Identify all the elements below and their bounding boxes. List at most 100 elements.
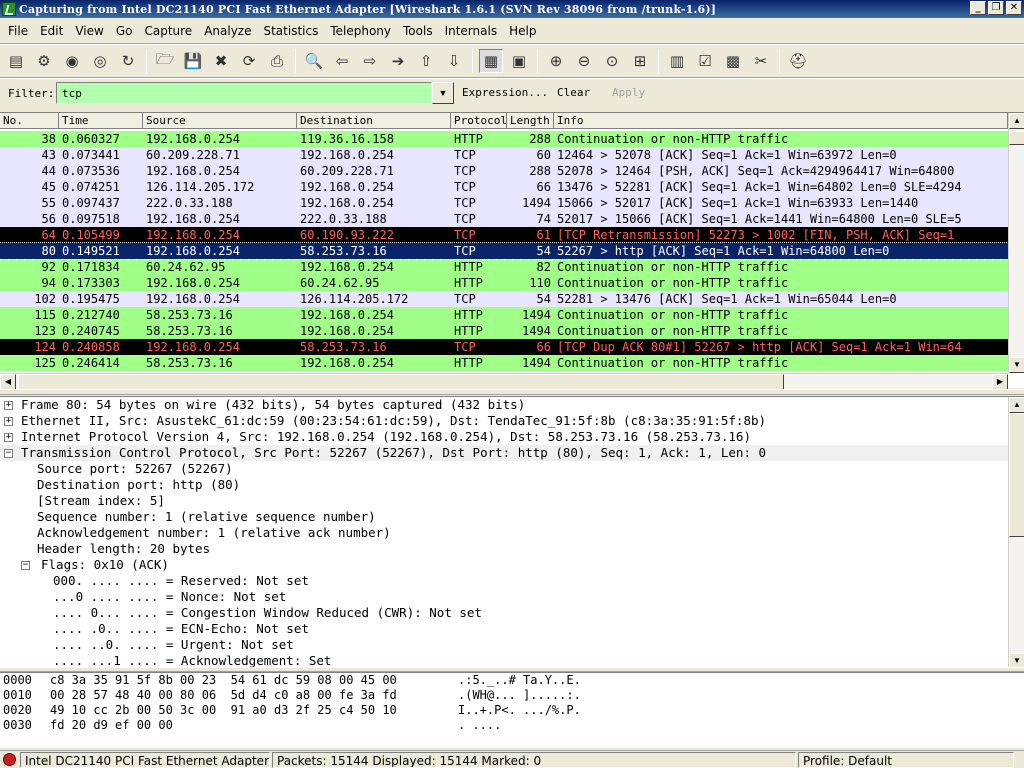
restore-button[interactable]: ❐ — [988, 1, 1004, 15]
tree-node[interactable]: + Internet Protocol Version 4, Src: 192.1… — [0, 429, 1008, 445]
menu-statistics[interactable]: Statistics — [257, 21, 324, 41]
tree-field[interactable]: Acknowledgement number: 1 (relative ack … — [0, 525, 1008, 541]
capture-options-icon[interactable]: ⚙ — [32, 49, 56, 73]
scroll-up-icon[interactable]: ▲ — [1009, 397, 1024, 413]
go-back-icon[interactable]: ⇦ — [330, 49, 354, 73]
column-header-time[interactable]: Time — [59, 113, 143, 129]
tree-field[interactable]: .... .0.. .... = ECN-Echo: Not set — [0, 621, 1008, 637]
column-header-source[interactable]: Source — [143, 113, 297, 129]
close-file-icon[interactable]: ✖ — [209, 49, 233, 73]
clear-button[interactable]: Clear — [557, 86, 590, 99]
stop-capture-icon[interactable]: ◎ — [88, 49, 112, 73]
restart-capture-icon[interactable]: ↻ — [116, 49, 140, 73]
scroll-thumb[interactable] — [1009, 413, 1024, 537]
packet-row[interactable]: 38 0.060327 192.168.0.254 119.36.16.158 HTTP… — [0, 131, 1008, 147]
normal-size-icon[interactable]: ⊙ — [600, 49, 624, 73]
tree-field[interactable]: 000. .... .... = Reserved: Not set — [0, 573, 1008, 589]
packet-row[interactable]: 124 0.240858 192.168.0.254 58.253.73.16 TCP 6… — [0, 339, 1008, 355]
tree-field[interactable]: Source port: 52267 (52267) — [0, 461, 1008, 477]
tree-field[interactable]: Sequence number: 1 (relative sequence nu… — [0, 509, 1008, 525]
column-header-protocol[interactable]: Protocol — [451, 113, 507, 129]
close-button[interactable]: ✕ — [1006, 1, 1022, 15]
packet-row[interactable]: 102 0.195475 192.168.0.254 126.114.205.172 T… — [0, 291, 1008, 307]
zoom-in-icon[interactable]: ⊕ — [544, 49, 568, 73]
tree-field[interactable]: Header length: 20 bytes — [0, 541, 1008, 557]
tree-node[interactable]: + Ethernet II, Src: AsustekC_61:dc:59 (00… — [0, 413, 1008, 429]
tree-field[interactable]: Destination port: http (80) — [0, 477, 1008, 493]
pane-splitter[interactable] — [0, 389, 1024, 395]
menu-help[interactable]: Help — [503, 21, 542, 41]
print-icon[interactable]: ⎙ — [265, 49, 289, 73]
auto-scroll-icon[interactable]: ▣ — [507, 49, 531, 73]
menu-tools[interactable]: Tools — [397, 21, 439, 41]
packet-row-selected[interactable]: 80 0.149521 192.168.0.254 58.253.73.16 TCP 54… — [0, 242, 1008, 260]
packet-row[interactable]: 43 0.073441 60.209.228.71 192.168.0.254 TCP 6… — [0, 147, 1008, 163]
expert-info-icon[interactable] — [3, 753, 16, 766]
packet-row[interactable]: 55 0.097437 222.0.33.188 192.168.0.254 TCP 14… — [0, 195, 1008, 211]
collapse-icon[interactable]: − — [21, 561, 30, 570]
menu-view[interactable]: View — [69, 21, 109, 41]
hscroll-thumb[interactable] — [18, 374, 784, 390]
expression-button[interactable]: Expression... — [462, 86, 548, 99]
interfaces-icon[interactable]: ▤ — [4, 49, 28, 73]
help-icon[interactable]: ⛑ — [786, 49, 810, 73]
tree-node[interactable]: − Flags: 0x10 (ACK) — [0, 557, 1008, 573]
scroll-thumb[interactable] — [1009, 131, 1024, 145]
go-first-icon[interactable]: ⇧ — [414, 49, 438, 73]
resize-columns-icon[interactable]: ⊞ — [628, 49, 652, 73]
tree-node[interactable]: − Transmission Control Protocol, Src Port… — [0, 445, 1008, 461]
status-profile[interactable]: Profile: Default — [798, 751, 1014, 768]
details-vscrollbar[interactable]: ▲ ▼ — [1008, 397, 1024, 669]
hex-dump-row[interactable]: 0030 fd 20 d9 ef 00 00 . .... — [0, 718, 1024, 733]
packet-list-hscrollbar[interactable]: ◀ ▶ — [0, 373, 1008, 390]
tree-field[interactable]: .... ..0. .... = Urgent: Not set — [0, 637, 1008, 653]
tree-field[interactable]: [Stream index: 5] — [0, 493, 1008, 509]
packet-row[interactable]: 56 0.097518 192.168.0.254 222.0.33.188 TCP 74… — [0, 211, 1008, 227]
expand-icon[interactable]: + — [4, 433, 13, 442]
menu-telephony[interactable]: Telephony — [324, 21, 397, 41]
packet-row[interactable]: 45 0.074251 126.114.205.172 192.168.0.254 TC… — [0, 179, 1008, 195]
go-forward-icon[interactable]: ⇨ — [358, 49, 382, 73]
minimize-button[interactable]: _ — [970, 1, 986, 15]
packet-row[interactable]: 125 0.246414 58.253.73.16 192.168.0.254 HTTP… — [0, 355, 1008, 371]
save-file-icon[interactable]: 💾 — [181, 49, 205, 73]
zoom-out-icon[interactable]: ⊖ — [572, 49, 596, 73]
tree-node[interactable]: + Frame 80: 54 bytes on wire (432 bits), … — [0, 397, 1008, 413]
packet-row[interactable]: 115 0.212740 58.253.73.16 192.168.0.254 HTTP… — [0, 307, 1008, 323]
packet-row[interactable]: 92 0.171834 60.24.62.95 192.168.0.254 HTTP 82… — [0, 259, 1008, 275]
apply-button[interactable]: Apply — [612, 86, 645, 99]
expand-icon[interactable]: + — [4, 417, 13, 426]
column-header-length[interactable]: Length — [507, 113, 554, 129]
scroll-right-icon[interactable]: ▶ — [992, 374, 1008, 390]
packet-row[interactable]: 44 0.073536 192.168.0.254 60.209.228.71 TCP 2… — [0, 163, 1008, 179]
menu-file[interactable]: File — [2, 21, 34, 41]
collapse-icon[interactable]: − — [4, 449, 13, 458]
preferences-icon[interactable]: ✂ — [749, 49, 773, 73]
colorize-icon[interactable]: ▦ — [479, 49, 503, 73]
open-file-icon[interactable]: 🗁 — [153, 49, 177, 73]
column-header-info[interactable]: Info — [554, 113, 1008, 129]
coloring-rules-icon[interactable]: ▩ — [721, 49, 745, 73]
menu-capture[interactable]: Capture — [138, 21, 198, 41]
find-packet-icon[interactable]: 🔍 — [302, 49, 326, 73]
tree-field[interactable]: .... 0... .... = Congestion Window Reduc… — [0, 605, 1008, 621]
reload-icon[interactable]: ⟳ — [237, 49, 261, 73]
column-header-destination[interactable]: Destination — [297, 113, 451, 129]
scroll-down-icon[interactable]: ▼ — [1009, 357, 1024, 373]
expand-icon[interactable]: + — [4, 401, 13, 410]
packet-row[interactable]: 64 0.105499 192.168.0.254 60.190.93.222 TCP 6… — [0, 227, 1008, 243]
menu-internals[interactable]: Internals — [439, 21, 504, 41]
menu-go[interactable]: Go — [110, 21, 139, 41]
packet-list-vscrollbar[interactable]: ▲ ▼ — [1008, 113, 1024, 373]
go-last-icon[interactable]: ⇩ — [442, 49, 466, 73]
capture-filters-icon[interactable]: ▥ — [665, 49, 689, 73]
start-capture-icon[interactable]: ◉ — [60, 49, 84, 73]
tree-field[interactable]: ...0 .... .... = Nonce: Not set — [0, 589, 1008, 605]
column-header-no[interactable]: No. — [0, 113, 59, 129]
scroll-up-icon[interactable]: ▲ — [1009, 113, 1024, 129]
scroll-left-icon[interactable]: ◀ — [0, 374, 16, 390]
menu-edit[interactable]: Edit — [34, 21, 69, 41]
hex-dump-row[interactable]: 0010 00 28 57 48 40 00 80 06 5d d4 c0 a8 … — [0, 688, 1024, 703]
display-filters-icon[interactable]: ☑ — [693, 49, 717, 73]
display-filter-input[interactable]: tcp — [56, 82, 432, 104]
